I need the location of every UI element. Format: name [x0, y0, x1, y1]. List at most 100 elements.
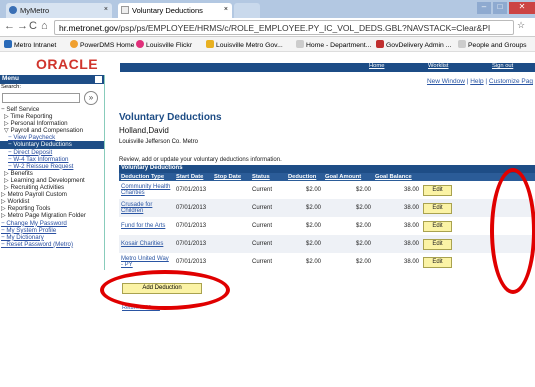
menu-item-reporting-tools[interactable]: ▷ Reporting Tools — [0, 205, 104, 212]
col-status[interactable]: Status — [250, 173, 286, 181]
menu-item-payroll-compensation[interactable]: ▽ Payroll and Compensation — [0, 127, 104, 134]
menu-item-reset-password[interactable]: − Reset Password (Metro) — [0, 241, 104, 248]
page-title: Voluntary Deductions — [119, 112, 222, 123]
menu-item-w2-reissue[interactable]: − W-2 Reissue Request — [0, 163, 104, 170]
table-row: Community Health Charities 07/01/2013 Cu… — [119, 181, 535, 199]
menu-item-self-service[interactable]: − Self Service — [0, 106, 104, 113]
new-window-link[interactable]: New Window — [427, 78, 465, 85]
col-deduction[interactable]: Deduction — [286, 173, 323, 181]
edit-button[interactable]: Edit — [423, 256, 452, 268]
menu-item-benefits[interactable]: ▷ Benefits — [0, 170, 104, 177]
tab-label: MyMetro — [20, 6, 50, 15]
star-icon[interactable]: ☆ — [517, 20, 525, 31]
instructions: Review, add or update your voluntary ded… — [119, 157, 282, 163]
stop-date — [212, 199, 250, 217]
goal-amount: $2.00 — [323, 235, 373, 253]
deduction-type-link[interactable]: Fund for the Arts — [121, 223, 165, 229]
deduction-amount: $2.00 — [286, 235, 323, 253]
menu-item-voluntary-deductions[interactable]: − Voluntary Deductions — [0, 141, 104, 149]
bookmark-icon — [70, 40, 78, 48]
edit-button[interactable]: Edit — [423, 184, 452, 196]
close-tab-icon[interactable]: × — [104, 6, 108, 13]
deduction-type-link[interactable]: Crusade for Children — [121, 202, 152, 214]
oracle-logo: ORACLE — [36, 56, 99, 72]
close-tab-icon[interactable]: × — [224, 6, 228, 13]
menu-item-system-profile[interactable]: − My System Profile — [0, 227, 104, 234]
tab-voluntary-deductions[interactable]: Voluntary Deductions × — [118, 3, 232, 18]
tab-mymetro[interactable]: MyMetro × — [6, 3, 112, 18]
bookmark-govdelivery[interactable]: GovDelivery Admin ... — [376, 40, 451, 49]
sign-out-link[interactable]: Sign out — [492, 63, 513, 69]
menu-item-change-password[interactable]: − Change My Password — [0, 220, 104, 227]
col-goal-amount[interactable]: Goal Amount — [323, 173, 373, 181]
col-goal-balance[interactable]: Goal Balance — [373, 173, 421, 181]
edit-button[interactable]: Edit — [423, 238, 452, 250]
deduction-amount: $2.00 — [305, 259, 321, 265]
stop-date — [212, 217, 250, 235]
menu-item-worklist[interactable]: ▷ Worklist — [0, 198, 104, 205]
worklist-link[interactable]: Worklist — [428, 63, 449, 69]
menu-item-direct-deposit[interactable]: − Direct Deposit — [0, 149, 104, 156]
menu-item-personal-information[interactable]: ▷ Personal Information — [0, 120, 104, 127]
menu-item-view-paycheck[interactable]: − View Paycheck — [0, 134, 104, 141]
bookmark-metro-intranet[interactable]: Metro Intranet — [4, 40, 56, 49]
table-row: Crusade for Children 07/01/2013 Current … — [119, 199, 535, 217]
menu-item-learning-development[interactable]: ▷ Learning and Development — [0, 177, 104, 184]
goal-balance: 38.00 — [403, 187, 419, 193]
menu-header: Menu — [0, 75, 104, 84]
bookmark-powerdms[interactable]: PowerDMS Home — [70, 40, 134, 49]
edit-button[interactable]: Edit — [423, 202, 452, 214]
menu-item-recruiting-activities[interactable]: ▷ Recruiting Activities — [0, 184, 104, 191]
status: Current — [250, 235, 286, 253]
deduction-type-link[interactable]: Community Health Charities — [121, 184, 170, 196]
menu-item-my-dictionary[interactable]: − My Dictionary — [0, 234, 104, 241]
help-link[interactable]: Help — [470, 78, 483, 85]
goal-amount: $2.00 — [355, 223, 371, 229]
col-start-date[interactable]: Start Date — [174, 173, 212, 181]
bookmark-people-groups[interactable]: People and Groups — [458, 40, 527, 49]
goal-balance: 38.00 — [403, 223, 419, 229]
close-window-icon[interactable]: ✕ — [509, 2, 535, 14]
start-date: 07/01/2013 — [176, 187, 207, 193]
bookmark-louisville-metro[interactable]: Louisville Metro Gov... — [206, 40, 283, 49]
url-input[interactable]: hr.metronet.gov/psp/ps/EMPLOYEE/HRMS/c/R… — [54, 20, 514, 35]
deduction-type-link[interactable]: Kosair Charities — [121, 241, 163, 247]
goal-balance: 38.00 — [403, 259, 419, 265]
col-stop-date[interactable]: Stop Date — [212, 173, 250, 181]
new-tab-button[interactable] — [234, 3, 260, 18]
deduction-amount: $2.00 — [286, 199, 323, 217]
menu-search-input[interactable] — [2, 93, 80, 103]
page-icon — [458, 40, 466, 48]
home-icon[interactable]: ⌂ — [41, 20, 48, 32]
reload-icon[interactable]: C — [29, 20, 37, 32]
forward-arrow-icon[interactable]: → — [17, 20, 28, 32]
menu-title: Menu — [2, 75, 19, 82]
status: Current — [250, 199, 286, 217]
table-row: Kosair Charities 07/01/2013 Current $2.0… — [119, 235, 535, 253]
menu-item-page-migration[interactable]: ▷ Metro Page Migration Folder — [0, 212, 104, 219]
bookmark-home-department[interactable]: Home - Department... — [296, 40, 371, 49]
minimize-icon[interactable]: – — [477, 2, 491, 14]
bookmarks-bar: Metro Intranet PowerDMS Home Louisville … — [0, 37, 535, 52]
bookmark-flickr[interactable]: Louisville Flickr — [136, 40, 192, 49]
page-icon — [121, 6, 129, 14]
menu-item-metro-payroll-custom[interactable]: ▷ Metro Payroll Custom — [0, 191, 104, 198]
deduction-type-link[interactable]: Metro United Way - PY — [121, 256, 169, 268]
menu-item-time-reporting[interactable]: ▷ Time Reporting — [0, 113, 104, 120]
customize-page-link[interactable]: Customize Pag — [489, 78, 533, 85]
maximize-icon[interactable]: □ — [493, 2, 507, 14]
table-row: Fund for the Arts 07/01/2013 Current $2.… — [119, 217, 535, 235]
bookmark-icon — [4, 40, 12, 48]
start-date: 07/01/2013 — [174, 235, 212, 253]
edit-button[interactable]: Edit — [423, 220, 452, 232]
grid-title: Voluntary Deductions — [119, 165, 535, 173]
menu-item-w4-tax[interactable]: − W-4 Tax Information — [0, 156, 104, 163]
home-link[interactable]: Home — [369, 63, 384, 69]
flickr-icon — [136, 40, 144, 48]
back-arrow-icon[interactable]: ← — [4, 20, 15, 32]
minimize-menu-icon[interactable] — [95, 76, 102, 83]
search-go-icon[interactable]: » — [84, 91, 98, 105]
stop-date — [212, 181, 250, 199]
bookmark-label: People and Groups — [468, 42, 527, 49]
col-deduction-type[interactable]: Deduction Type — [119, 173, 174, 181]
